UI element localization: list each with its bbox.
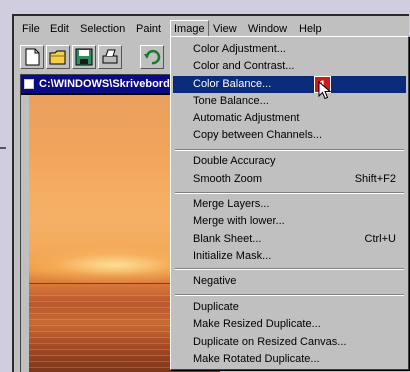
shortcut-label: Shift+F2 (354, 173, 396, 185)
new-document-icon (25, 48, 40, 66)
menu-help[interactable]: Help (299, 22, 322, 36)
menu-separator (175, 268, 404, 270)
menu-item-color-adjustment[interactable]: Color Adjustment... (173, 41, 406, 58)
margin-dash (0, 147, 6, 149)
menu-item-merge-layers[interactable]: Merge Layers... (173, 196, 406, 213)
save-button[interactable] (72, 45, 96, 69)
menu-item-color-and-contrast[interactable]: Color and Contrast... (173, 58, 406, 75)
menu-separator (175, 192, 404, 194)
shortcut-label: Ctrl+U (364, 233, 396, 245)
menu-separator (175, 294, 404, 296)
undo-icon (144, 49, 161, 65)
document-icon (24, 79, 34, 89)
print-button[interactable] (98, 45, 122, 69)
menu-file[interactable]: File (22, 22, 40, 36)
menu-window[interactable]: Window (248, 22, 287, 36)
menu-item-double-accuracy[interactable]: Double Accuracy (173, 153, 406, 170)
menu-item-color-balance[interactable]: Color Balance... (173, 76, 406, 93)
menu-item-smooth-zoom[interactable]: Smooth Zoom Shift+F2 (173, 171, 406, 188)
menu-item-blank-sheet[interactable]: Blank Sheet... Ctrl+U (173, 231, 406, 248)
menu-item-duplicate-on-resized-canvas[interactable]: Duplicate on Resized Canvas... (173, 334, 406, 351)
document-title: C:\WINDOWS\Skrivebord (39, 78, 170, 90)
menu-paint[interactable]: Paint (136, 22, 161, 36)
menu-item-copy-between-channels[interactable]: Copy between Channels... (173, 127, 406, 144)
save-icon (75, 48, 93, 66)
menu-item-merge-with-lower[interactable]: Merge with lower... (173, 213, 406, 230)
open-folder-icon (49, 50, 66, 65)
menu-item-tone-balance[interactable]: Tone Balance... (173, 93, 406, 110)
new-document-button[interactable] (20, 45, 44, 69)
menu-item-make-resized-duplicate[interactable]: Make Resized Duplicate... (173, 316, 406, 333)
open-button[interactable] (46, 45, 70, 69)
menu-edit[interactable]: Edit (50, 22, 69, 36)
menu-separator (175, 149, 404, 151)
menu-item-initialize-mask[interactable]: Initialize Mask... (173, 248, 406, 265)
menu-item-negative[interactable]: Negative (173, 273, 406, 290)
menu-item-make-rotated-duplicate[interactable]: Make Rotated Duplicate... (173, 351, 406, 368)
menu-item-automatic-adjustment[interactable]: Automatic Adjustment (173, 110, 406, 127)
mouse-pointer-icon (318, 81, 332, 100)
print-icon (102, 49, 118, 64)
menu-item-duplicate[interactable]: Duplicate (173, 299, 406, 316)
undo-button[interactable] (140, 45, 164, 69)
image-menu-dropdown: Color Adjustment... Color and Contrast..… (170, 36, 409, 370)
menu-view[interactable]: View (213, 22, 237, 36)
menu-selection[interactable]: Selection (80, 22, 125, 36)
